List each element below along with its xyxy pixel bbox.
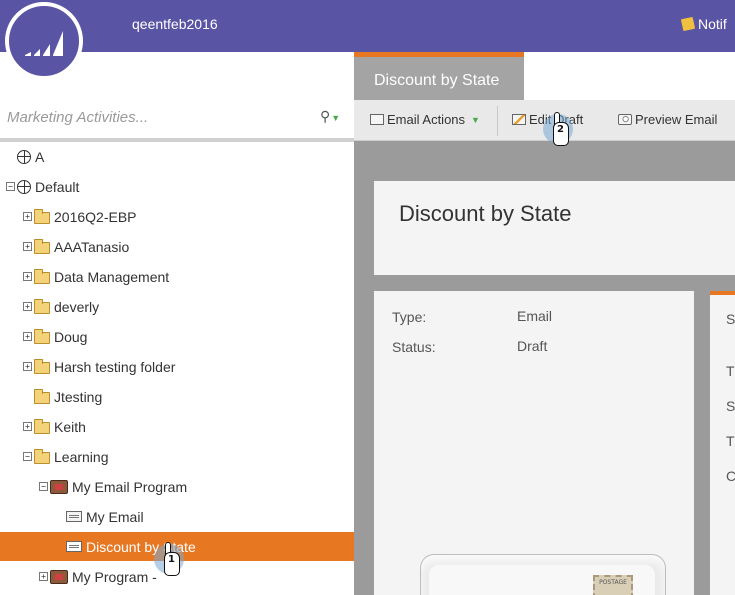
collapse-icon[interactable]: −: [23, 452, 32, 461]
tree-item-label: Learning: [54, 448, 109, 465]
cursor-hand: 1: [164, 552, 180, 576]
asset-info-card: Type: Email Status: Draft POSTAGE: [374, 291, 694, 595]
search-filter-button[interactable]: ⚲▼: [320, 108, 348, 126]
folder-icon: [34, 358, 50, 374]
settings-card-heading: S: [726, 311, 735, 327]
folder-icon: [34, 208, 50, 224]
logo-bars-icon: [25, 31, 63, 56]
tree-item-label: deverly: [54, 298, 100, 315]
search-bar: ⚲▼: [0, 100, 354, 136]
folder-icon: [34, 328, 50, 344]
dropdown-arrow-icon: ▼: [471, 114, 480, 125]
tree-item-label: Data Management: [54, 268, 170, 285]
postage-stamp-icon: POSTAGE: [593, 575, 633, 595]
tree-item-folder[interactable]: + deverly: [0, 292, 354, 321]
expand-icon[interactable]: +: [23, 362, 32, 371]
settings-card: S T S T C: [710, 291, 735, 595]
folder-icon: [34, 388, 50, 404]
tree-item-label: My Program -: [72, 568, 157, 585]
expand-icon[interactable]: +: [23, 302, 32, 311]
expand-icon[interactable]: +: [23, 332, 32, 341]
top-bar: qeentfeb2016 Notif: [0, 0, 735, 52]
asset-title-card: Discount by State: [374, 181, 735, 275]
settings-card-label: T: [726, 363, 735, 379]
expand-icon[interactable]: +: [23, 422, 32, 431]
expand-icon[interactable]: +: [23, 212, 32, 221]
email-actions-button[interactable]: Email Actions ▼: [370, 112, 480, 127]
tree-item-label: 2016Q2-EBP: [54, 208, 137, 225]
folder-icon: [34, 298, 50, 314]
tab-strip: Discount by State: [354, 52, 735, 100]
tree-item-program[interactable]: − My Email Program: [0, 472, 354, 501]
expand-icon[interactable]: +: [23, 242, 32, 251]
tree-item-a[interactable]: A: [0, 142, 354, 171]
folder-icon: [34, 448, 50, 464]
tree-item-label: Harsh testing folder: [54, 358, 176, 375]
tree-item-label: Keith: [54, 418, 86, 435]
email-icon: [66, 541, 82, 552]
edit-icon: [512, 114, 526, 125]
email-icon: [66, 511, 82, 522]
tree-item-folder[interactable]: − Learning: [0, 442, 354, 471]
status-value: Draft: [517, 338, 548, 354]
expand-icon[interactable]: +: [39, 572, 48, 581]
collapse-icon[interactable]: −: [6, 182, 15, 191]
folder-icon: [34, 238, 50, 254]
expand-icon[interactable]: +: [23, 272, 32, 281]
tree-item-folder[interactable]: + Doug: [0, 322, 354, 351]
type-label: Type:: [392, 309, 427, 325]
account-name[interactable]: qeentfeb2016: [132, 16, 218, 32]
folder-icon: [34, 418, 50, 434]
settings-card-label: S: [726, 398, 735, 414]
pin-icon: ⚲: [320, 108, 331, 124]
tree-item-folder[interactable]: + AAATanasio: [0, 232, 354, 261]
program-icon: [50, 569, 68, 584]
activity-tree: A − Default + 2016Q2-EBP + AAATanasio + …: [0, 142, 354, 595]
tree-item-label: Jtesting: [54, 388, 103, 405]
search-input[interactable]: [7, 106, 307, 128]
folder-icon: [34, 268, 50, 284]
toolbar-separator: [497, 106, 498, 136]
globe-icon: [17, 179, 31, 194]
tree-item-label: My Email: [86, 508, 144, 525]
tree-item-folder[interactable]: + Data Management: [0, 262, 354, 291]
email-thumbnail[interactable]: POSTAGE: [420, 554, 666, 595]
cursor-hand: 2: [553, 122, 569, 146]
notification-icon: [680, 16, 696, 32]
preview-email-button[interactable]: Preview Email: [618, 112, 717, 127]
asset-title: Discount by State: [399, 201, 572, 226]
globe-icon: [17, 149, 31, 164]
tree-item-label: A: [35, 148, 45, 165]
tree-item-folder[interactable]: Jtesting: [0, 382, 354, 411]
email-actions-label: Email Actions: [387, 112, 466, 127]
settings-card-label: T: [726, 433, 735, 449]
type-value: Email: [517, 308, 553, 324]
tree-item-folder[interactable]: + 2016Q2-EBP: [0, 202, 354, 231]
email-icon: [370, 114, 384, 125]
tree-item-label: AAATanasio: [54, 238, 130, 255]
dropdown-arrow-icon: ▼: [331, 113, 341, 123]
email-program-icon: [50, 479, 68, 494]
settings-card-label: C: [726, 468, 735, 484]
preview-email-label: Preview Email: [635, 112, 718, 127]
collapse-icon[interactable]: −: [39, 482, 48, 491]
tree-item-folder[interactable]: + Keith: [0, 412, 354, 441]
preview-icon: [618, 114, 632, 125]
tree-item-label: Doug: [54, 328, 88, 345]
marketo-logo[interactable]: [5, 2, 83, 80]
marketing-activities-panel: ⚲▼ A − Default + 2016Q2-EBP + AAATanasio…: [0, 52, 354, 595]
status-label: Status:: [392, 339, 436, 355]
tree-item-default[interactable]: − Default: [0, 172, 354, 201]
tab-discount-by-state[interactable]: Discount by State: [354, 52, 524, 100]
step-number: 1: [168, 554, 175, 565]
tree-item-label: Default: [35, 178, 80, 195]
tree-item-label: My Email Program: [72, 478, 188, 495]
tree-item-folder[interactable]: + Harsh testing folder: [0, 352, 354, 381]
notifications-label: Notif: [698, 16, 727, 32]
step-number: 2: [557, 124, 564, 135]
tree-item-email[interactable]: My Email: [0, 502, 354, 531]
notifications-link[interactable]: Notif: [680, 16, 727, 32]
